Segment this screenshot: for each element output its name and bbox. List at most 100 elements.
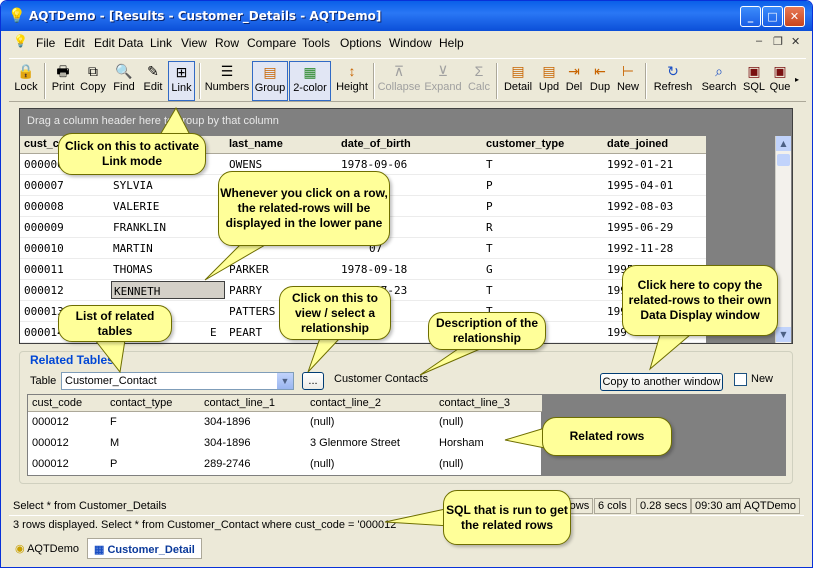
collapse-button[interactable]: ⊼ Collapse xyxy=(377,61,421,101)
related-rows-table: cust_code contact_type contact_line_1 co… xyxy=(27,394,543,476)
search-button[interactable]: ⌕ Search xyxy=(698,61,740,101)
group-by-area[interactable]: Drag a column header here to group by th… xyxy=(20,109,792,135)
related-row[interactable]: 000012 M 304-1896 3 Glenmore Street Horsham xyxy=(28,433,543,454)
update-icon: ▤ xyxy=(542,63,556,79)
two-color-button[interactable]: ▦ 2-color xyxy=(289,61,331,101)
tab-aqtdemo[interactable]: ◉ AQTDemo xyxy=(9,538,85,559)
database-icon: ◉ xyxy=(15,543,28,555)
printer-icon: 🖶 xyxy=(56,63,70,79)
column-header[interactable]: contact_type xyxy=(110,397,172,409)
column-header[interactable]: date_of_birth xyxy=(341,138,411,150)
mdi-minimize-icon[interactable]: – xyxy=(756,35,762,47)
callout-related-rows: Related rows xyxy=(542,417,672,456)
related-header: cust_code contact_type contact_line_1 co… xyxy=(28,395,543,412)
copy-button[interactable]: ⧉ Copy xyxy=(78,61,108,101)
query-icon: ▣ xyxy=(773,63,787,79)
calc-button[interactable]: Σ Calc xyxy=(465,61,493,101)
callout-related-list: List of related tables xyxy=(58,305,172,342)
relationship-browse-button[interactable]: ... xyxy=(302,372,324,390)
column-header[interactable]: cust_c xyxy=(24,138,59,150)
toolbar-separator xyxy=(199,63,201,99)
menu-view[interactable]: View xyxy=(181,36,207,50)
maximize-button[interactable]: □ xyxy=(762,6,783,27)
new-window-label: New xyxy=(751,373,774,385)
numbered-list-icon: ☰ xyxy=(220,63,234,79)
lock-icon: 🔒 xyxy=(17,63,35,79)
mdi-close-icon[interactable]: ✕ xyxy=(791,35,800,48)
copy-to-window-button[interactable]: Copy to another window xyxy=(600,373,723,391)
update-button[interactable]: ▤ Upd xyxy=(537,61,561,101)
chevron-down-icon[interactable]: ▼ xyxy=(277,373,293,389)
numbers-button[interactable]: ☰ Numbers xyxy=(204,61,250,101)
scroll-down-icon[interactable]: ▼ xyxy=(776,327,791,342)
menu-edit[interactable]: Edit xyxy=(64,36,85,50)
menu-window[interactable]: Window xyxy=(389,36,432,50)
detail-icon: ▤ xyxy=(511,63,525,79)
toolbar-separator xyxy=(373,63,375,99)
title-bar: 💡 AQTDemo - [Results - Customer_Details … xyxy=(1,1,812,31)
new-row-icon: ⊢ xyxy=(621,63,635,79)
column-header[interactable]: contact_line_3 xyxy=(439,397,510,409)
scroll-up-icon[interactable]: ▲ xyxy=(776,136,791,151)
column-header[interactable]: cust_code xyxy=(32,397,82,409)
callout-sql: SQL that is run to get the related rows xyxy=(443,490,571,545)
link-button[interactable]: ⊞ Link xyxy=(168,61,195,101)
tab-customer-detail[interactable]: ▦ Customer_Detail xyxy=(87,538,202,559)
menu-help[interactable]: Help xyxy=(439,36,464,50)
height-button[interactable]: ↕ Height xyxy=(333,61,371,101)
scroll-thumb[interactable] xyxy=(777,154,790,166)
menu-edit-data[interactable]: Edit Data xyxy=(94,36,143,50)
delete-row-icon: ⇥ xyxy=(568,63,580,79)
window-tabs: ◉ AQTDemo ▦ Customer_Detail xyxy=(9,536,804,561)
duplicate-button[interactable]: ⇤ Dup xyxy=(588,61,612,101)
table-row[interactable]: 000011THOMASPARKER1978-09-18G1995-07-08 xyxy=(20,259,706,280)
menu-file[interactable]: File xyxy=(36,36,55,50)
menu-tools[interactable]: Tools xyxy=(302,36,330,50)
copy-icon: ⧉ xyxy=(88,63,98,79)
menu-link[interactable]: Link xyxy=(150,36,172,50)
related-row[interactable]: 000012 P 289-2746 (null) (null) xyxy=(28,454,543,475)
menu-bar: 💡 File Edit Edit Data Link View Row Comp… xyxy=(5,33,808,53)
minimize-button[interactable]: _ xyxy=(740,6,761,27)
relationship-description: Customer Contacts xyxy=(334,373,429,385)
link-icon: ⊞ xyxy=(175,64,188,80)
expand-button[interactable]: ⊻ Expand xyxy=(423,61,463,101)
status-cols: 6 cols xyxy=(594,498,631,514)
find-button[interactable]: 🔍 Find xyxy=(110,61,138,101)
column-header[interactable]: customer_type xyxy=(486,138,564,150)
query-button[interactable]: ▣ Que xyxy=(769,61,791,101)
status-bar-2: 3 rows displayed. Select * from Customer… xyxy=(9,515,804,533)
print-button[interactable]: 🖶 Print xyxy=(49,61,77,101)
status-bar: Select * from Customer_Details rows 6 co… xyxy=(9,497,804,515)
column-header[interactable]: date_joined xyxy=(607,138,668,150)
toolbar-separator xyxy=(496,63,498,99)
toolbar-overflow-icon[interactable]: ▸ xyxy=(795,75,799,84)
mdi-restore-icon[interactable]: ❐ xyxy=(773,35,783,48)
duplicate-row-icon: ⇤ xyxy=(594,63,606,79)
lock-button[interactable]: 🔒 Lock xyxy=(11,61,41,101)
menu-compare[interactable]: Compare xyxy=(247,36,296,50)
new-row-button[interactable]: ⊢ New xyxy=(615,61,641,101)
new-window-checkbox[interactable] xyxy=(734,373,747,386)
collapse-icon: ⊼ xyxy=(393,63,405,79)
refresh-button[interactable]: ↻ Refresh xyxy=(649,61,697,101)
related-table-select[interactable]: Customer_Contact ▼ xyxy=(61,372,294,390)
detail-button[interactable]: ▤ Detail xyxy=(500,61,536,101)
column-header[interactable]: contact_line_1 xyxy=(204,397,275,409)
sql-icon: ▣ xyxy=(747,63,761,79)
menu-options[interactable]: Options xyxy=(340,36,381,50)
edit-button[interactable]: ✎ Edit xyxy=(139,61,167,101)
menu-row[interactable]: Row xyxy=(215,36,239,50)
mdi-app-icon: 💡 xyxy=(13,34,28,48)
selected-cell[interactable]: KENNETH xyxy=(111,281,225,299)
related-row[interactable]: 000012 F 304-1896 (null) (null) xyxy=(28,412,543,433)
close-button[interactable]: ✕ xyxy=(784,6,805,27)
sql-button[interactable]: ▣ SQL xyxy=(740,61,768,101)
toolbar-separator xyxy=(44,63,46,99)
group-button[interactable]: ▤ Group xyxy=(252,61,288,101)
status-sql-text: Select * from Customer_Details xyxy=(13,500,167,512)
column-header[interactable]: last_name xyxy=(229,138,283,150)
status-time: 09:30 am xyxy=(691,498,745,514)
column-header[interactable]: contact_line_2 xyxy=(310,397,381,409)
delete-button[interactable]: ⇥ Del xyxy=(563,61,585,101)
